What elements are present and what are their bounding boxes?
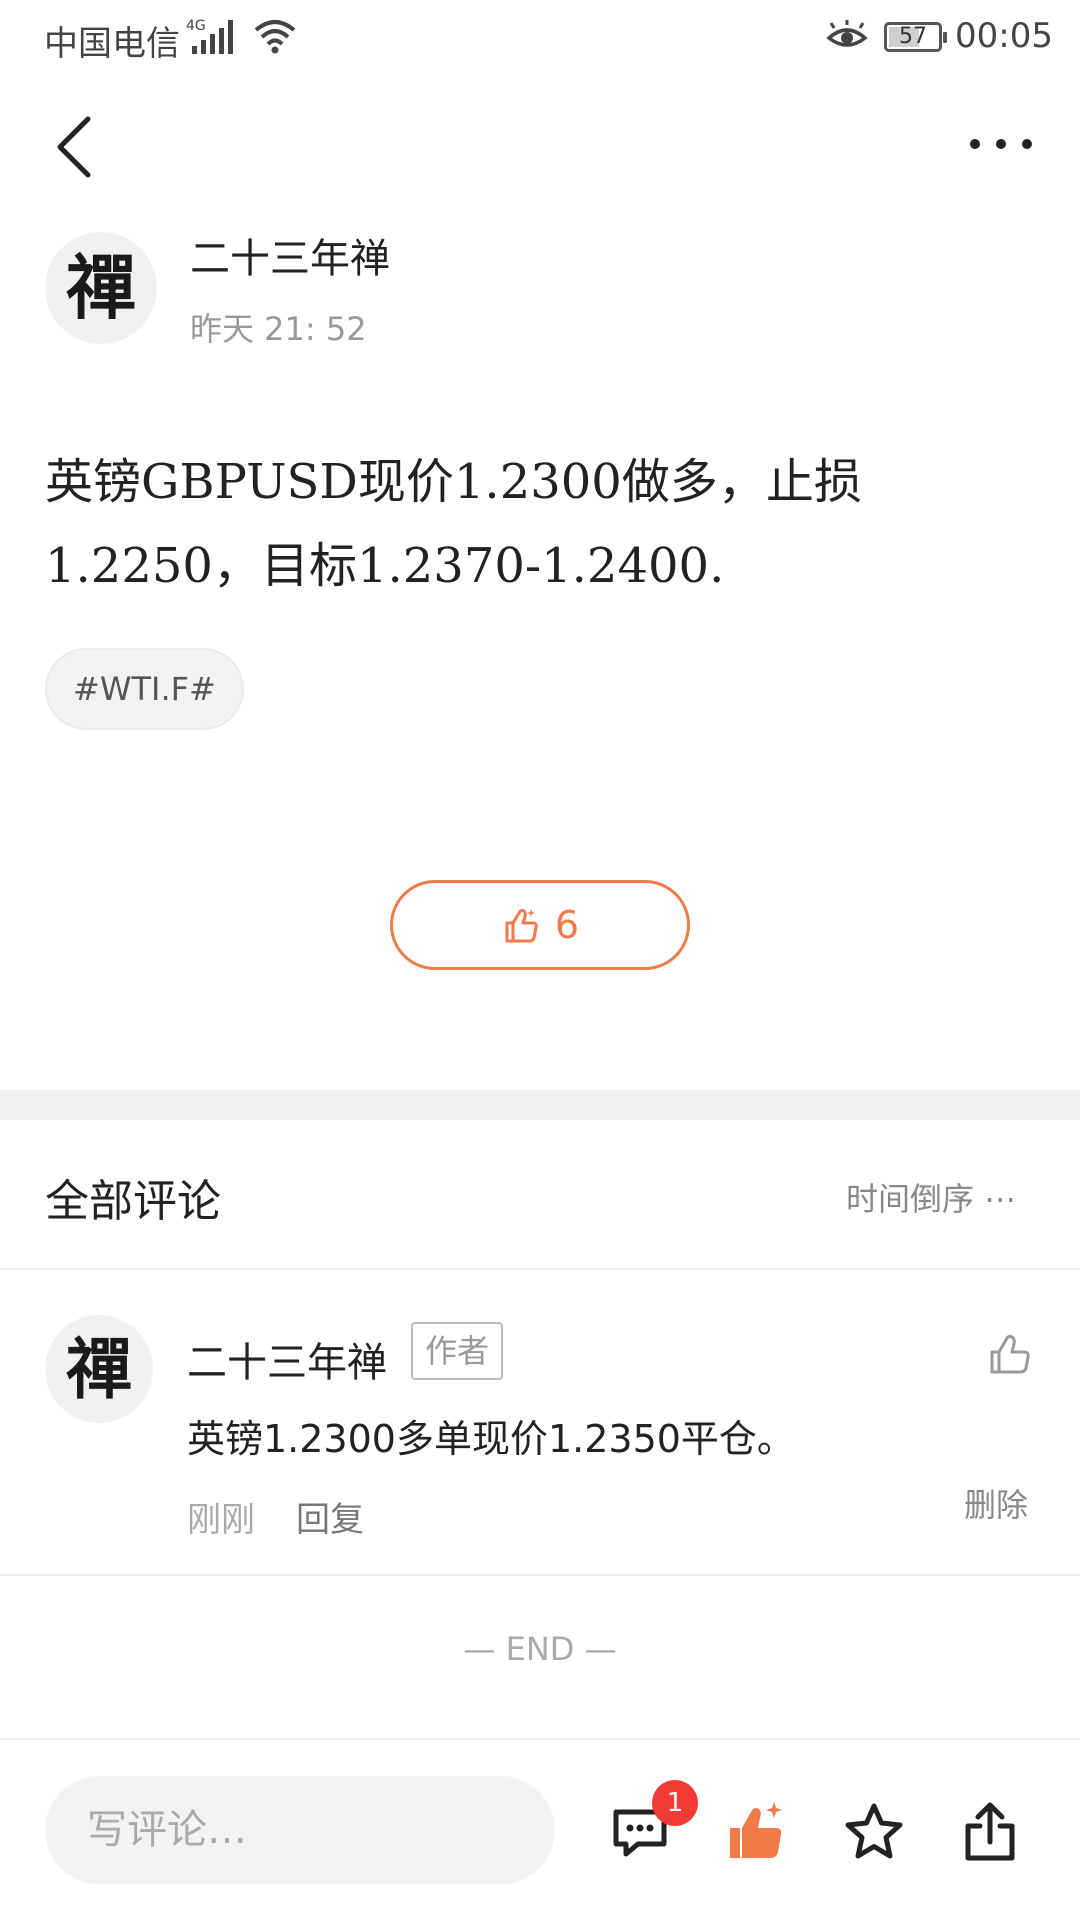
comment-avatar[interactable]: 禪 [45,1315,153,1423]
comment-divider [0,1574,1080,1576]
back-button[interactable] [50,115,100,179]
like-button[interactable]: 6 [390,880,690,970]
comment-like-button[interactable] [986,1330,1034,1378]
avatar-calligraphy: 禪 [66,246,136,329]
chevron-left-icon [57,116,91,178]
clock: 00:05 [955,16,1053,56]
ellipsis-icon [970,139,1032,149]
avatar-calligraphy: 禪 [66,1330,132,1408]
comment-input[interactable]: 写评论… [45,1776,555,1884]
comment-timestamp: 刚刚 [187,1500,255,1540]
eye-comfort-icon [826,20,868,47]
thumbs-up-icon [730,1802,782,1858]
network-type: 4G [186,18,206,34]
section-divider [0,1090,1080,1120]
post-body: 英镑GBPUSD现价1.2300做多，止损1.2250，目标1.2370-1.2… [45,454,862,594]
end-marker: — END — [463,1630,617,1668]
header-divider [0,1268,1080,1270]
comments-title: 全部评论 [45,1176,221,1227]
comment-author[interactable]: 二十三年禅 [187,1330,387,1388]
sort-toggle[interactable]: 时间倒序 ⋯ [846,1174,1016,1220]
ellipsis-icon: ⋯ [984,1180,1017,1218]
cellular-signal-icon: 4G [186,18,233,54]
thumbs-up-icon [505,908,538,943]
author-avatar[interactable]: 禪 [45,232,157,344]
author-name[interactable]: 二十三年禅 [190,226,390,284]
delete-button[interactable]: 删除 [964,1480,1028,1526]
thumbs-up-icon [990,1334,1030,1374]
topic-tag[interactable]: #WTI.F# [45,648,244,730]
carrier-name: 中国电信 [44,24,180,64]
bottom-like-button[interactable] [724,1800,788,1864]
star-icon [845,1803,903,1859]
more-options-button[interactable] [966,126,1036,162]
like-count: 6 [554,903,580,947]
wifi-icon [254,20,296,54]
favorite-button[interactable] [842,1800,906,1864]
comment-icon [613,1809,667,1857]
battery-level: 57 [899,24,927,49]
status-bar: 中国电信 4G 57 00:05 [0,0,1080,75]
sort-label: 时间倒序 [846,1180,975,1218]
comment-text: 英镑1.2300多单现价1.2350平仓。 [187,1417,795,1461]
comment-count-badge: 1 [652,1780,698,1826]
battery-indicator: 57 [884,22,947,52]
author-badge: 作者 [411,1322,504,1380]
share-button[interactable] [958,1800,1022,1864]
bottom-bar-divider [0,1738,1080,1740]
post-timestamp: 昨天 21: 52 [190,310,367,348]
share-icon [965,1802,1015,1861]
reply-button[interactable]: 回复 [296,1492,364,1541]
